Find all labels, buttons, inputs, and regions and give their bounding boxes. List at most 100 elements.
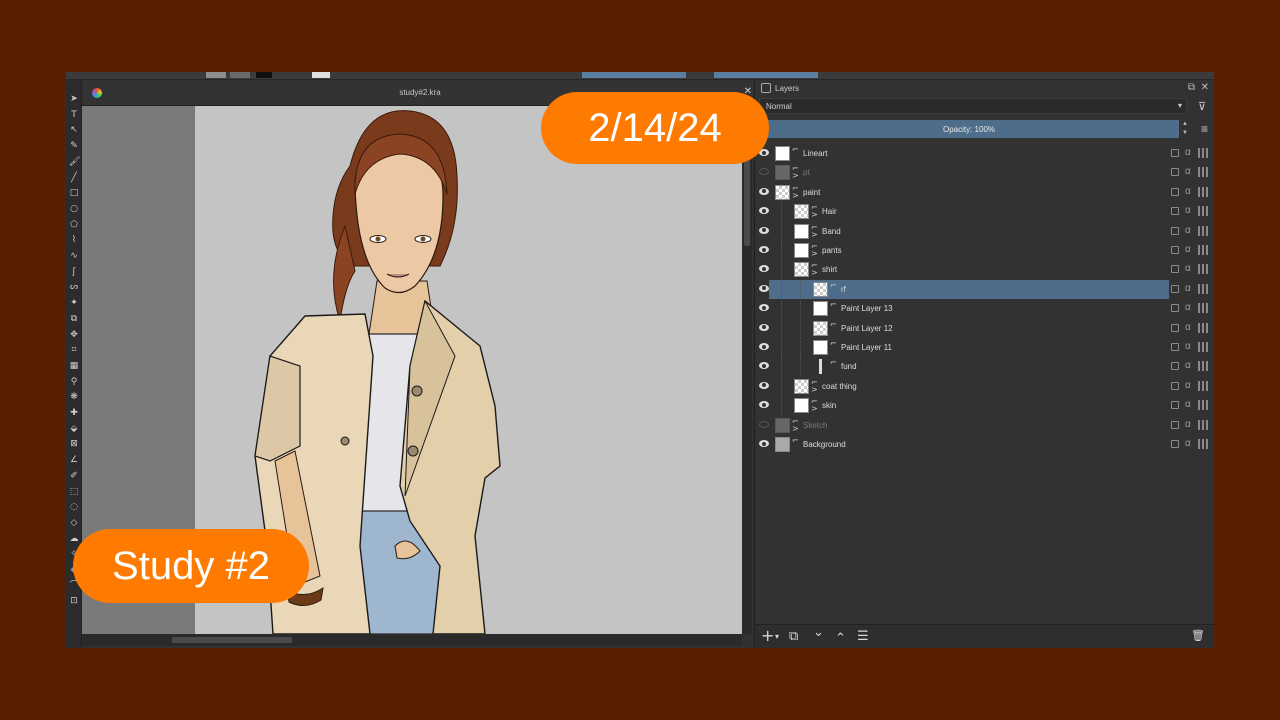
layer-row[interactable]: ⌐ Lineart α xyxy=(755,144,1214,163)
lock-icon[interactable] xyxy=(1171,420,1179,429)
colorize-mask-icon[interactable]: ❋ xyxy=(69,392,79,402)
lock-icon[interactable] xyxy=(1171,323,1179,332)
alpha-lock-icon[interactable]: α xyxy=(1185,147,1191,158)
inherit-alpha-icon[interactable] xyxy=(1198,283,1209,294)
freehand-select-icon[interactable]: ☁ xyxy=(69,534,79,544)
lock-icon[interactable] xyxy=(1171,401,1179,410)
vertical-scrollbar[interactable] xyxy=(742,106,752,634)
layer-row[interactable]: ⌐ rf α xyxy=(755,279,1214,299)
close-docker-icon[interactable]: ✕ xyxy=(1201,82,1209,93)
alpha-lock-icon[interactable]: α xyxy=(1185,166,1191,177)
bezier-tool-icon[interactable]: ∿ xyxy=(69,251,79,261)
inherit-alpha-icon[interactable] xyxy=(1198,186,1209,197)
freehand-path-icon[interactable]: ʃ xyxy=(69,267,79,277)
eye-icon[interactable] xyxy=(759,440,769,447)
alpha-lock-icon[interactable]: α xyxy=(1185,205,1191,216)
size-slider-toolbar[interactable] xyxy=(714,72,818,78)
crop-tool-icon[interactable]: ⌗ xyxy=(69,345,79,355)
filter-icon[interactable]: ⊽ xyxy=(1198,100,1206,113)
float-docker-icon[interactable]: ⧉ xyxy=(1188,82,1195,93)
horizontal-scroll-thumb[interactable] xyxy=(172,637,292,643)
line-tool-icon[interactable]: ╱ xyxy=(69,173,79,183)
lock-icon[interactable] xyxy=(1171,440,1179,448)
inherit-alpha-icon[interactable] xyxy=(1198,439,1209,449)
inherit-alpha-icon[interactable] xyxy=(1198,225,1209,236)
inherit-alpha-icon[interactable] xyxy=(1198,264,1209,275)
lock-icon[interactable] xyxy=(1171,187,1179,196)
fill-tool-icon[interactable]: ⬙ xyxy=(69,424,79,434)
alpha-lock-icon[interactable]: α xyxy=(1185,244,1191,255)
alpha-lock-icon[interactable]: α xyxy=(1185,186,1191,197)
inherit-alpha-icon[interactable] xyxy=(1198,303,1209,314)
move-tool-icon[interactable]: ✥ xyxy=(69,330,79,340)
layer-row[interactable]: ⌐ > Band α xyxy=(755,221,1214,241)
toolbar-swatch-light[interactable] xyxy=(312,72,330,78)
layer-row[interactable]: ⌐ > pt α xyxy=(755,163,1214,182)
alpha-lock-icon[interactable]: α xyxy=(1185,380,1191,391)
lock-icon[interactable] xyxy=(1171,304,1179,313)
inherit-alpha-icon[interactable] xyxy=(1198,148,1209,158)
eye-icon[interactable] xyxy=(759,284,769,292)
layer-row[interactable]: ⌐ Background α xyxy=(755,435,1214,454)
measure-tool-icon[interactable]: ∠ xyxy=(69,455,79,465)
move-layer-up-icon[interactable]: ⌃ xyxy=(835,631,846,646)
lock-icon[interactable] xyxy=(1171,265,1179,274)
move-layer-down-icon[interactable]: ⌄ xyxy=(813,625,824,640)
eye-icon[interactable] xyxy=(759,226,769,234)
eye-icon[interactable] xyxy=(759,323,769,331)
assistant-tool-icon[interactable]: ⊠ xyxy=(69,439,79,449)
ellipse-select-icon[interactable]: ◌ xyxy=(69,502,79,512)
layer-row[interactable]: ⌐ > pants α xyxy=(755,241,1214,260)
layer-row[interactable]: ⌐ > coat thing α xyxy=(755,376,1214,396)
smart-patch-icon[interactable]: ✚ xyxy=(69,408,79,418)
alpha-lock-icon[interactable]: α xyxy=(1185,302,1191,313)
delete-layer-icon[interactable]: 🗑 xyxy=(1191,629,1205,642)
layer-row[interactable]: ⌐ Paint Layer 12 α xyxy=(755,318,1214,338)
layer-row[interactable]: ⌐ > Sketch α xyxy=(755,416,1214,435)
toolbar-swatch-fg-bg[interactable] xyxy=(256,72,272,78)
gradient-tool-icon[interactable]: ▦ xyxy=(69,361,79,371)
layer-row[interactable]: ⌐ Paint Layer 13 α xyxy=(755,299,1214,319)
inherit-alpha-icon[interactable] xyxy=(1198,245,1209,255)
eye-icon[interactable] xyxy=(759,381,769,389)
alpha-lock-icon[interactable]: α xyxy=(1185,438,1191,449)
alpha-lock-icon[interactable]: α xyxy=(1185,263,1191,274)
lock-icon[interactable] xyxy=(1171,168,1179,177)
opacity-slider-toolbar[interactable] xyxy=(582,72,686,78)
horizontal-scrollbar[interactable] xyxy=(82,634,742,646)
transform-tool-icon[interactable]: ⧉ xyxy=(69,314,79,324)
inherit-alpha-icon[interactable] xyxy=(1198,167,1209,178)
inherit-alpha-icon[interactable] xyxy=(1198,419,1209,430)
calligraphy-icon[interactable]: ✎ xyxy=(69,141,79,151)
inherit-alpha-icon[interactable] xyxy=(1198,400,1209,411)
eye-icon[interactable] xyxy=(759,304,769,312)
layer-row[interactable]: ⌐ > Hair α xyxy=(755,202,1214,222)
lock-icon[interactable] xyxy=(1171,226,1179,235)
text-tool-icon[interactable]: T xyxy=(69,110,79,120)
alpha-lock-icon[interactable]: α xyxy=(1185,225,1191,236)
layer-opacity-slider[interactable]: Opacity: 100% xyxy=(759,120,1179,138)
brush-tool-icon[interactable]: 🖌 xyxy=(69,157,80,167)
layers-menu-icon[interactable]: ≡ xyxy=(1201,122,1208,136)
magnetic-select-icon[interactable]: ⊡ xyxy=(69,596,79,606)
inherit-alpha-icon[interactable] xyxy=(1198,342,1209,352)
eye-icon[interactable] xyxy=(759,343,769,350)
polygon-tool-icon[interactable]: ⬠ xyxy=(69,220,79,230)
layer-properties-icon[interactable]: ☰ xyxy=(857,629,869,644)
blend-mode-select[interactable]: Normal ▾ xyxy=(759,98,1187,114)
layer-row[interactable]: ⌐ > shirt α xyxy=(755,260,1214,280)
reference-tool-icon[interactable]: ✐ xyxy=(69,471,79,481)
lock-icon[interactable] xyxy=(1171,207,1179,216)
eye-icon[interactable] xyxy=(759,362,769,370)
dynamic-brush-icon[interactable]: ᔕ xyxy=(69,282,79,292)
layer-row[interactable]: ⌐ > paint α xyxy=(755,183,1214,202)
rect-select-icon[interactable]: ⬚ xyxy=(69,487,79,497)
vertical-scroll-thumb[interactable] xyxy=(744,156,750,246)
lock-icon[interactable] xyxy=(1171,246,1179,254)
layer-row[interactable]: ⌐ > skin α xyxy=(755,396,1214,416)
eye-hidden-icon[interactable] xyxy=(759,168,769,176)
multibrush-icon[interactable]: ✦ xyxy=(69,298,79,308)
alpha-lock-icon[interactable]: α xyxy=(1185,419,1191,430)
select-shapes-icon[interactable]: ➤ xyxy=(69,94,79,104)
inherit-alpha-icon[interactable] xyxy=(1198,361,1209,372)
